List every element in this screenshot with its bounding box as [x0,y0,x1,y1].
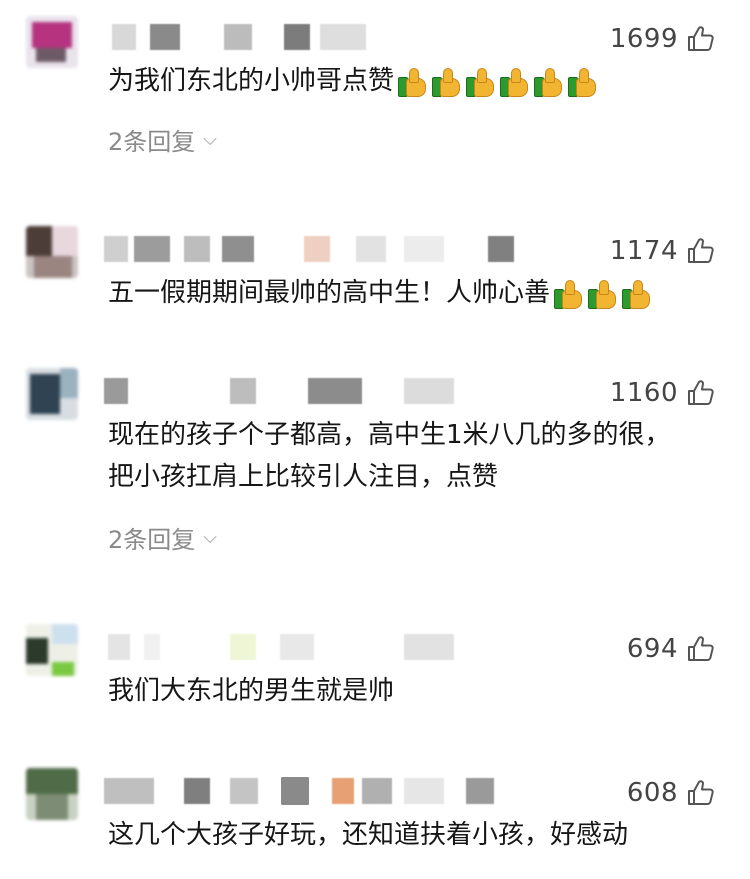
thumbs-up-emoji [396,67,428,97]
like-control[interactable]: 1174 [610,236,716,266]
username-blurred[interactable] [104,236,524,264]
thumbs-up-emoji [464,67,496,97]
thumbs-up-emoji [586,279,618,309]
thumbs-up-emoji [430,67,462,97]
like-count: 1699 [609,24,678,54]
username-blurred[interactable] [104,24,524,52]
comment-text-body: 为我们东北的小帅哥点赞 [108,66,395,96]
thumbs-up-emoji [532,67,564,97]
comment-text-body: 五一假期期间最帅的高中生！人帅心善 [108,278,551,308]
reply-count-label: 2条回复 [108,526,196,554]
chevron-down-icon: ⌵ [203,129,217,150]
emoji-group [552,279,654,309]
thumbs-up-emoji [566,67,598,97]
avatar[interactable] [26,368,78,420]
like-control[interactable]: 694 [627,634,716,664]
comment-text: 这几个大孩子好玩，还知道扶着小孩，好感动 [108,814,628,856]
view-replies-button[interactable]: 2条回复 ⌵ [108,520,217,555]
comment-text: 我们大东北的男生就是帅 [108,670,394,712]
username-blurred[interactable] [104,634,524,662]
reply-count-label: 2条回复 [108,128,196,156]
thumbs-up-emoji [498,67,530,97]
comment-text: 现在的孩子个子都高，高中生1米八几的多的很， 把小孩扛肩上比较引人注目，点赞 [108,414,671,498]
thumb-up-icon[interactable] [686,24,716,54]
comment-text-line: 现在的孩子个子都高，高中生1米八几的多的很， [108,420,671,450]
thumbs-up-emoji [552,279,584,309]
view-replies-button[interactable]: 2条回复 ⌵ [108,122,217,157]
like-control[interactable]: 1160 [610,378,716,408]
comment-text-body: 我们大东北的男生就是帅 [108,676,395,706]
comment-text-body: 这几个大孩子好玩，还知道扶着小孩，好感动 [108,820,629,850]
avatar[interactable] [26,768,78,820]
like-count: 694 [626,634,678,664]
comment-text: 五一假期期间最帅的高中生！人帅心善 [108,272,654,314]
thumbs-up-emoji [620,279,652,309]
emoji-group [396,67,600,97]
chevron-down-icon: ⌵ [203,527,217,548]
username-blurred[interactable] [104,778,524,806]
like-count: 1174 [609,236,678,266]
thumb-up-icon[interactable] [686,634,716,664]
avatar[interactable] [26,624,78,676]
like-control[interactable]: 1699 [610,24,716,54]
comment-text: 为我们东北的小帅哥点赞 [108,60,600,102]
username-blurred[interactable] [104,378,524,406]
thumb-up-icon[interactable] [686,378,716,408]
like-count: 1160 [609,378,678,408]
like-count: 608 [626,778,678,808]
avatar[interactable] [26,16,78,68]
thumb-up-icon[interactable] [686,778,716,808]
avatar[interactable] [26,226,78,278]
like-control[interactable]: 608 [627,778,716,808]
comment-text-line: 把小孩扛肩上比较引人注目，点赞 [108,462,499,492]
thumb-up-icon[interactable] [686,236,716,266]
